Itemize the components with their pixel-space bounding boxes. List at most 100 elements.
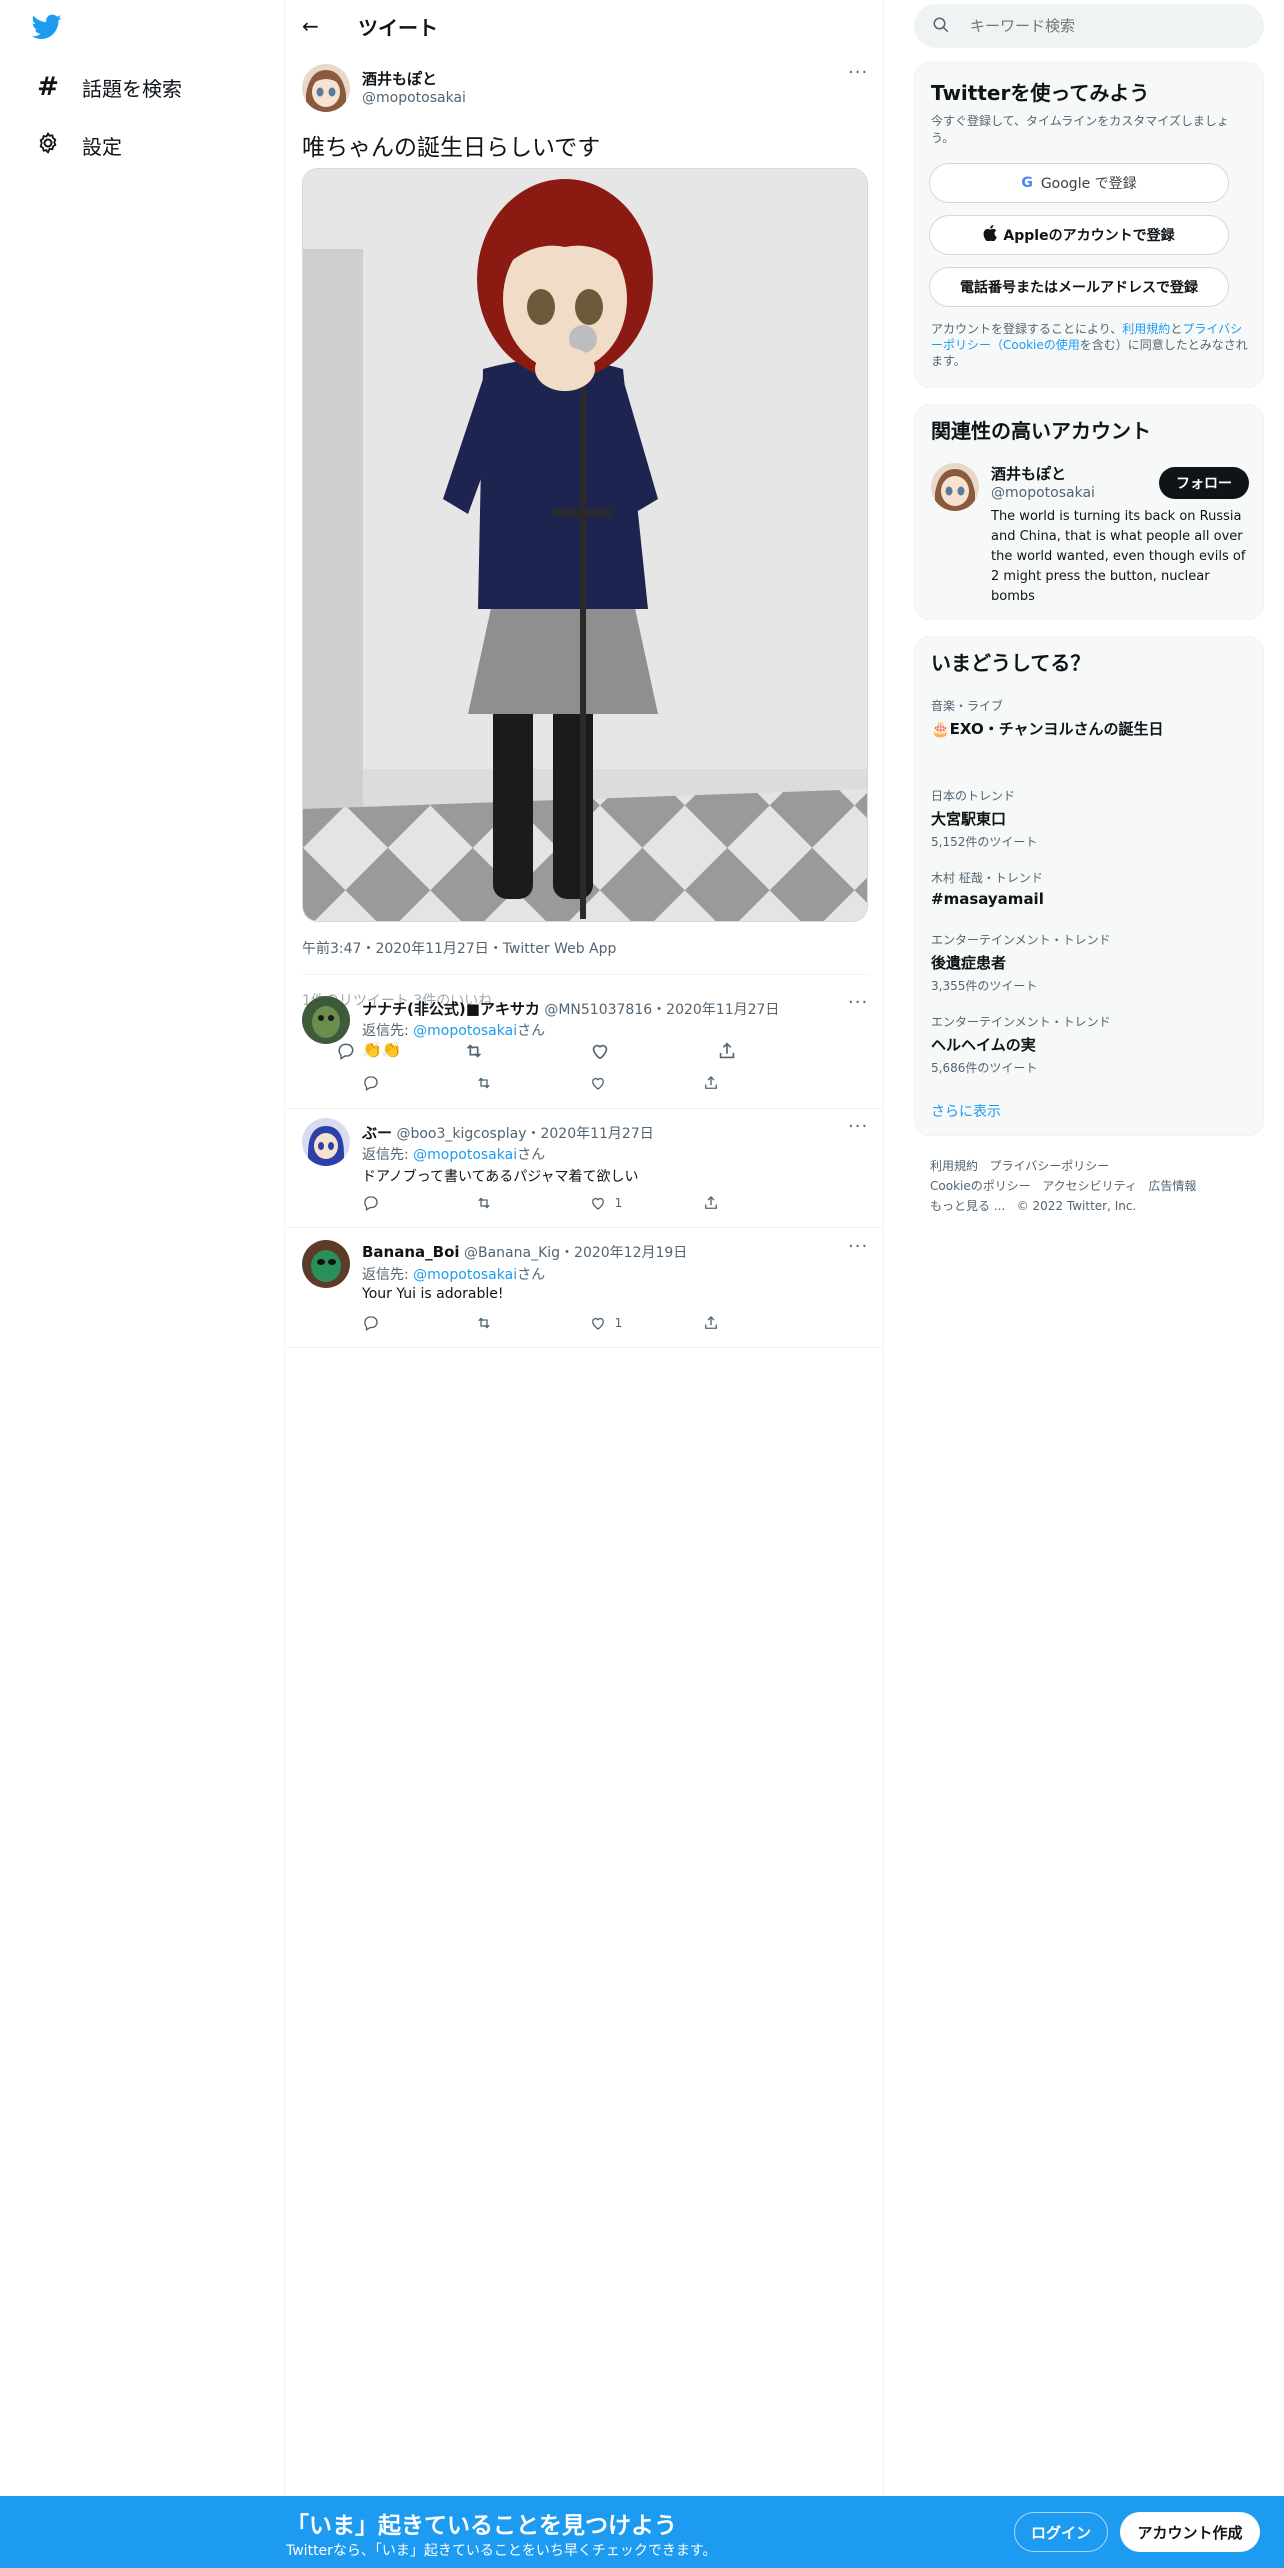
like-icon[interactable]: 1 <box>589 1194 679 1212</box>
retweet-icon[interactable] <box>475 1194 565 1212</box>
like-count: 1 <box>614 1316 623 1330</box>
like-icon[interactable] <box>589 1074 679 1092</box>
trend-item[interactable]: エンターテインメント・トレンド 後遺症患者 3,355件のツイート <box>931 931 1251 994</box>
signup-terms: アカウントを登録することにより、利用規約とプライバシーポリシー（Cookieの使… <box>931 321 1249 369</box>
tweet-author-name[interactable]: 酒井もぽと <box>362 68 437 89</box>
reply-to-prefix: 返信先: <box>362 1267 414 1283</box>
more-icon[interactable]: ··· <box>848 1116 868 1137</box>
footer-ads-link[interactable]: 広告情報 <box>1148 1179 1196 1193</box>
relevant-title: 関連性の高いアカウント <box>931 419 1151 443</box>
reply-date[interactable]: ・2020年11月27日 <box>526 1126 653 1142</box>
trend-item[interactable]: 木村 柾哉・トレンド #masayamail <box>931 869 1251 908</box>
reply-to-suffix: さん <box>517 1023 546 1039</box>
footer-privacy-link[interactable]: プライバシーポリシー <box>989 1159 1109 1173</box>
trends-card: いまどうしてる？ 音楽・ライブ 🎂EXO・チャンヨルさんの誕生日 日本のトレンド… <box>914 636 1264 1136</box>
google-signup-label: Google で登録 <box>1040 176 1137 192</box>
reply-icon[interactable] <box>362 1194 452 1212</box>
reply-author-name[interactable]: Banana_Boi <box>362 1243 460 1261</box>
login-button[interactable]: ログイン <box>1014 2512 1108 2552</box>
reply-to-handle[interactable]: @mopotosakai <box>413 1147 517 1163</box>
terms-link[interactable]: 利用規約 <box>1122 322 1170 336</box>
phone-email-signup-button[interactable]: 電話番号またはメールアドレスで登録 <box>929 267 1229 307</box>
relevant-name[interactable]: 酒井もぽと <box>991 463 1066 484</box>
left-nav: # 話題を検索 設定 <box>0 0 285 2496</box>
share-icon[interactable] <box>702 1074 792 1092</box>
reply-to-handle[interactable]: @mopotosakai <box>413 1023 517 1039</box>
create-account-button[interactable]: アカウント作成 <box>1120 2512 1260 2552</box>
reply-author-handle[interactable]: @MN51037816 <box>544 1002 652 1018</box>
divider <box>286 1108 884 1109</box>
avatar[interactable] <box>302 996 350 1044</box>
avatar[interactable] <box>302 64 350 112</box>
more-icon[interactable]: ··· <box>848 62 868 83</box>
show-more-link[interactable]: さらに表示 <box>931 1101 1001 1121</box>
more-icon[interactable]: ··· <box>848 1236 868 1257</box>
reply-author-handle[interactable]: @boo3_kigcosplay <box>396 1126 526 1142</box>
nav-settings[interactable]: 設定 <box>34 120 122 170</box>
nav-explore[interactable]: # 話題を検索 <box>34 62 182 112</box>
avatar[interactable] <box>931 463 979 511</box>
avatar[interactable] <box>302 1118 350 1166</box>
search-input[interactable] <box>970 14 1240 38</box>
google-signup-button[interactable]: G Google で登録 <box>929 163 1229 203</box>
reply-date[interactable]: ・2020年11月27日 <box>652 1002 779 1018</box>
reply-item[interactable]: Banana_Boi @Banana_Kig・2020年12月19日 返信先: … <box>286 1230 884 1348</box>
footer-more-link[interactable]: もっと見る ... <box>930 1199 1005 1213</box>
trend-name: ヘルヘイムの実 <box>931 1036 1036 1054</box>
avatar[interactable] <box>302 1240 350 1288</box>
reply-author-name[interactable]: ぶー <box>362 1124 392 1142</box>
tweet-timestamp[interactable]: 午前3:47・2020年11月27日・Twitter Web App <box>302 938 616 958</box>
reply-item[interactable]: ぶー @boo3_kigcosplay・2020年11月27日 返信先: @mo… <box>286 1110 884 1228</box>
google-icon: G <box>1021 175 1033 191</box>
reply-meta: ぶー @boo3_kigcosplay・2020年11月27日 <box>362 1122 654 1143</box>
signup-subtitle: 今すぐ登録して、タイムラインをカスタマイズしましょう。 <box>931 114 1229 145</box>
follow-button[interactable]: フォロー <box>1159 467 1249 499</box>
twitter-logo-icon[interactable] <box>31 14 62 44</box>
apple-signup-label: Appleのアカウントで登録 <box>1003 228 1175 244</box>
page-title: ツイート <box>358 16 438 40</box>
reply-actions: 1 <box>362 1314 792 1332</box>
footer-terms-link[interactable]: 利用規約 <box>930 1159 978 1173</box>
trend-item[interactable]: エンターテインメント・トレンド ヘルヘイムの実 5,686件のツイート <box>931 1013 1251 1076</box>
relevant-handle[interactable]: @mopotosakai <box>991 485 1095 501</box>
like-icon[interactable]: 1 <box>589 1314 679 1332</box>
trend-item[interactable]: 音楽・ライブ 🎂EXO・チャンヨルさんの誕生日 <box>931 697 1251 739</box>
relevant-bio: The world is turning its back on Russia … <box>991 509 1246 604</box>
nav-settings-label: 設定 <box>82 134 122 159</box>
signup-card: Twitterを使ってみよう 今すぐ登録して、タイムラインをカスタマイズしましょ… <box>914 62 1264 388</box>
reply-icon[interactable] <box>362 1074 452 1092</box>
footer-accessibility-link[interactable]: アクセシビリティ <box>1042 1179 1137 1193</box>
signup-title: Twitterを使ってみよう <box>931 81 1150 105</box>
apple-icon <box>983 225 998 245</box>
trend-item[interactable]: 日本のトレンド 大宮駅東口 5,152件のツイート <box>931 787 1251 850</box>
retweet-icon[interactable] <box>475 1314 565 1332</box>
bottom-subtext: Twitterなら、「いま」起きていることをいち早くチェックできます。 <box>286 2543 717 2559</box>
reply-meta: Banana_Boi @Banana_Kig・2020年12月19日 <box>362 1242 687 1262</box>
reply-icon[interactable] <box>362 1314 452 1332</box>
reply-author-handle[interactable]: @Banana_Kig <box>464 1245 560 1261</box>
more-icon[interactable]: ··· <box>848 992 868 1013</box>
footer-cookie-link[interactable]: Cookieのポリシー <box>930 1179 1031 1193</box>
trend-name: 🎂EXO・チャンヨルさんの誕生日 <box>931 720 1164 738</box>
tweet-author-handle[interactable]: @mopotosakai <box>362 90 466 106</box>
relevant-accounts-card: 関連性の高いアカウント 酒井もぽと @mopotosakai フォロー The … <box>914 404 1264 620</box>
search-bar[interactable] <box>914 4 1264 48</box>
reply-to-handle[interactable]: @mopotosakai <box>413 1267 517 1283</box>
share-icon[interactable] <box>702 1314 792 1332</box>
retweet-icon[interactable] <box>475 1074 565 1092</box>
back-arrow-icon[interactable]: ← <box>302 14 319 38</box>
tweet-photo[interactable] <box>302 168 868 922</box>
apple-signup-button[interactable]: Appleのアカウントで登録 <box>929 215 1229 255</box>
tweet-text: 唯ちゃんの誕生日らしいです <box>302 135 601 161</box>
reply-to: 返信先: @mopotosakaiさん <box>362 1144 545 1164</box>
phone-email-signup-label: 電話番号またはメールアドレスで登録 <box>960 280 1198 296</box>
share-icon[interactable] <box>702 1194 792 1212</box>
reply-date[interactable]: ・2020年12月19日 <box>560 1245 687 1261</box>
reply-to-prefix: 返信先: <box>362 1147 414 1163</box>
reply-author-name[interactable]: ナナチ(非公式)■アキサカ <box>362 1000 540 1018</box>
terms-text-and: と <box>1170 322 1183 336</box>
reply-item[interactable]: ナナチ(非公式)■アキサカ @MN51037816・2020年11月27日 返信… <box>286 980 884 1076</box>
trend-category: 木村 柾哉・トレンド <box>931 871 1043 885</box>
trend-count: 5,686件のツイート <box>931 1061 1038 1075</box>
bottom-signup-bar: 「いま」起きていることを見つけよう Twitterなら、「いま」起きていることを… <box>0 2496 1284 2568</box>
